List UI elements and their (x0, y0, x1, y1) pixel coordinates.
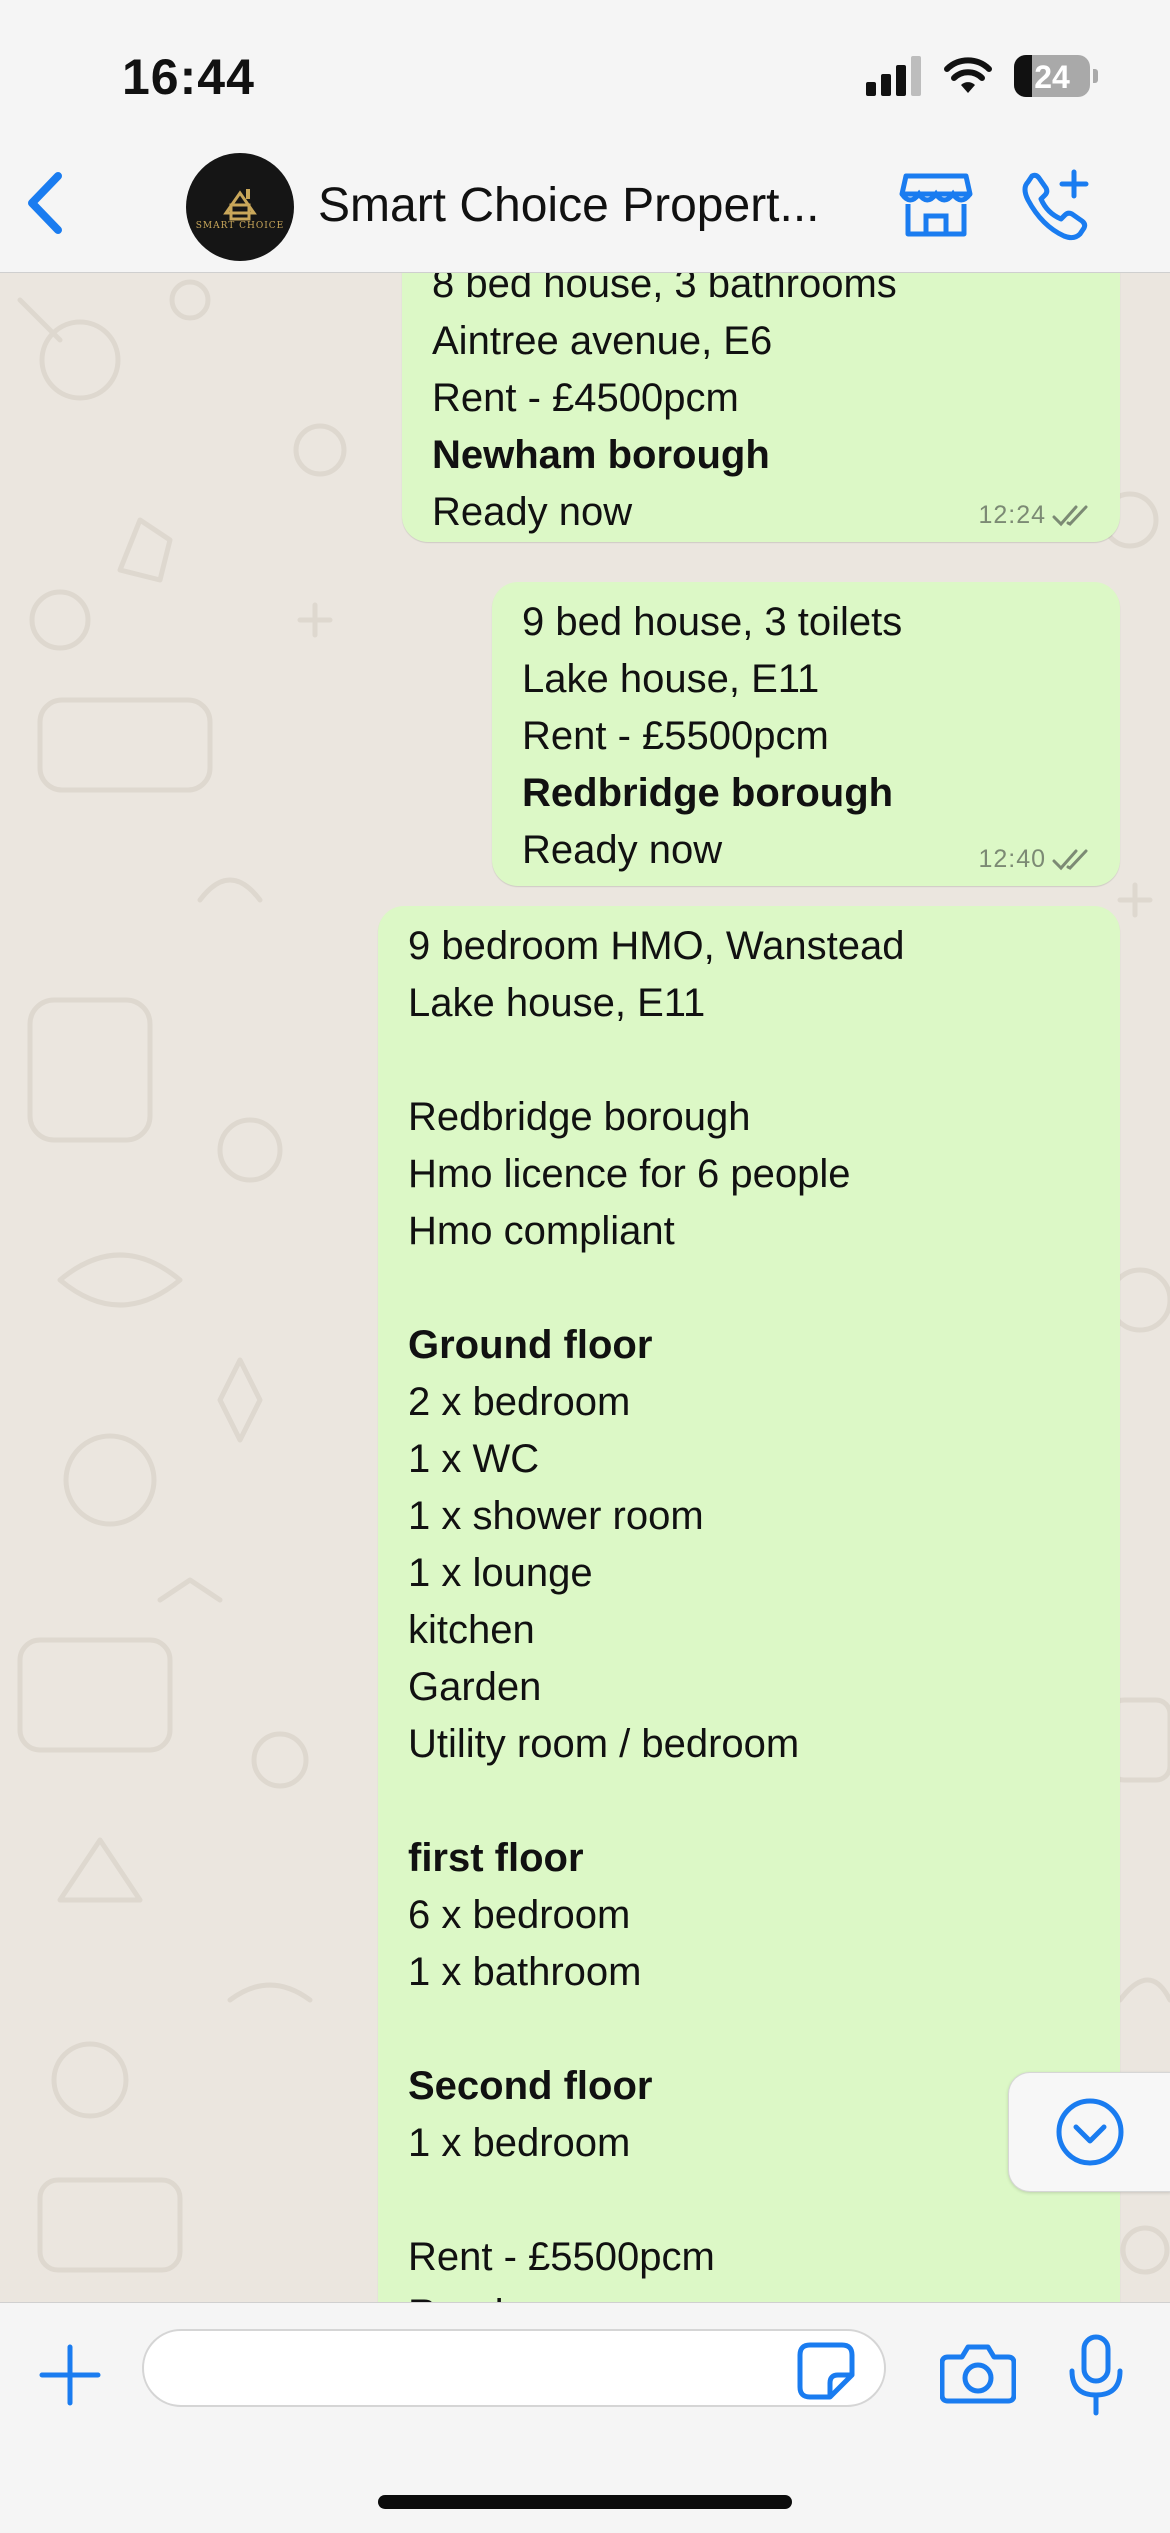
storefront-icon (899, 173, 973, 237)
message-line: Hmo compliant (408, 1209, 675, 1253)
message-line: Hmo licence for 6 people (408, 1152, 851, 1196)
chevron-down-circle-icon (1056, 2098, 1124, 2166)
microphone-icon (1069, 2334, 1123, 2416)
message-line: 1 x bedroom (408, 2121, 631, 2165)
camera-icon (939, 2344, 1017, 2404)
message-input[interactable] (142, 2329, 886, 2407)
message-line: Lake house, E11 (522, 657, 820, 701)
message-line: 8 bed house, 3 bathrooms (432, 272, 897, 306)
message-line: Lake house, E11 (408, 981, 706, 1025)
message-line: 1 x lounge (408, 1551, 593, 1595)
sticker-button[interactable] (796, 2341, 856, 2401)
battery-percent: 24 (1034, 59, 1070, 95)
voice-message-button[interactable] (1066, 2333, 1126, 2417)
chevron-left-icon (28, 172, 62, 234)
attach-button[interactable] (38, 2343, 102, 2407)
message-line: 9 bedroom HMO, Wanstead (408, 924, 905, 968)
camera-button[interactable] (939, 2341, 1017, 2405)
message-bubble[interactable]: 9 bed house, 3 toilets Lake house, E11 R… (492, 582, 1120, 886)
top-bar: 16:44 24 SMART CHOICE Smart Choice Prope… (0, 0, 1170, 273)
message-line: 1 x WC (408, 1437, 540, 1481)
call-button[interactable] (1018, 168, 1094, 242)
message-line: Second floor (408, 2064, 653, 2108)
phone-plus-icon (1022, 169, 1089, 241)
message-line: Ready now (432, 490, 633, 534)
message-list[interactable]: 8 bed house, 3 bathrooms Aintree avenue,… (0, 272, 1170, 2302)
message-line: Rent - £5500pcm (408, 2235, 715, 2279)
message-line (408, 1260, 905, 1317)
battery-icon: 24 (1014, 55, 1098, 97)
message-line: Ready now (522, 828, 723, 872)
message-time: 12:40 (978, 845, 1046, 873)
avatar-logo-text: SMART CHOICE (195, 221, 285, 231)
back-button[interactable] (20, 168, 70, 238)
message-line: 6 x bedroom (408, 1893, 631, 1937)
message-body: 9 bedroom HMO, Wanstead Lake house, E11 … (408, 918, 905, 2302)
message-line (408, 2172, 905, 2229)
message-body: 8 bed house, 3 bathrooms Aintree avenue,… (432, 272, 897, 541)
message-line (408, 2001, 905, 2058)
message-body: 9 bed house, 3 toilets Lake house, E11 R… (522, 594, 902, 879)
message-bubble[interactable]: 8 bed house, 3 bathrooms Aintree avenue,… (402, 272, 1120, 542)
contact-avatar[interactable]: SMART CHOICE (186, 153, 294, 261)
message-line (408, 1032, 905, 1089)
plus-icon (39, 2344, 101, 2406)
message-line: first floor (408, 1836, 584, 1880)
message-line: Newham borough (432, 433, 770, 477)
message-time: 12:24 (978, 501, 1046, 529)
message-line: Rent - £4500pcm (432, 376, 739, 420)
wifi-icon (944, 57, 992, 93)
message-meta: 12:40 (978, 845, 1092, 874)
home-indicator[interactable] (378, 2495, 792, 2509)
message-line: Garden (408, 1665, 542, 1709)
message-line: 1 x bathroom (408, 1950, 642, 1994)
house-logo-icon (223, 189, 257, 221)
message-composer (0, 2302, 1170, 2533)
message-line: Ready now (408, 2286, 905, 2302)
status-time: 16:44 (122, 49, 255, 105)
contact-name[interactable]: Smart Choice Propert... (318, 178, 858, 233)
cellular-signal-icon (866, 56, 921, 96)
message-line: 2 x bedroom (408, 1380, 631, 1424)
message-line: Ground floor (408, 1323, 653, 1367)
double-check-icon (1052, 849, 1088, 870)
catalog-button[interactable] (898, 170, 974, 240)
message-line: Utility room / bedroom (408, 1722, 800, 1766)
message-line: kitchen (408, 1608, 535, 1652)
message-meta: 12:24 (978, 501, 1092, 530)
message-line: 9 bed house, 3 toilets (522, 600, 903, 644)
message-line (408, 1773, 905, 1830)
sticker-icon (797, 2342, 855, 2400)
double-check-icon (1052, 505, 1088, 526)
status-icons: 24 (866, 52, 1098, 100)
scroll-to-bottom-button[interactable] (1008, 2072, 1170, 2192)
message-line: Aintree avenue, E6 (432, 319, 773, 363)
message-line: Redbridge borough (408, 1095, 751, 1139)
message-line: Redbridge borough (522, 771, 894, 815)
message-line: Rent - £5500pcm (522, 714, 829, 758)
message-line: 1 x shower room (408, 1494, 704, 1538)
